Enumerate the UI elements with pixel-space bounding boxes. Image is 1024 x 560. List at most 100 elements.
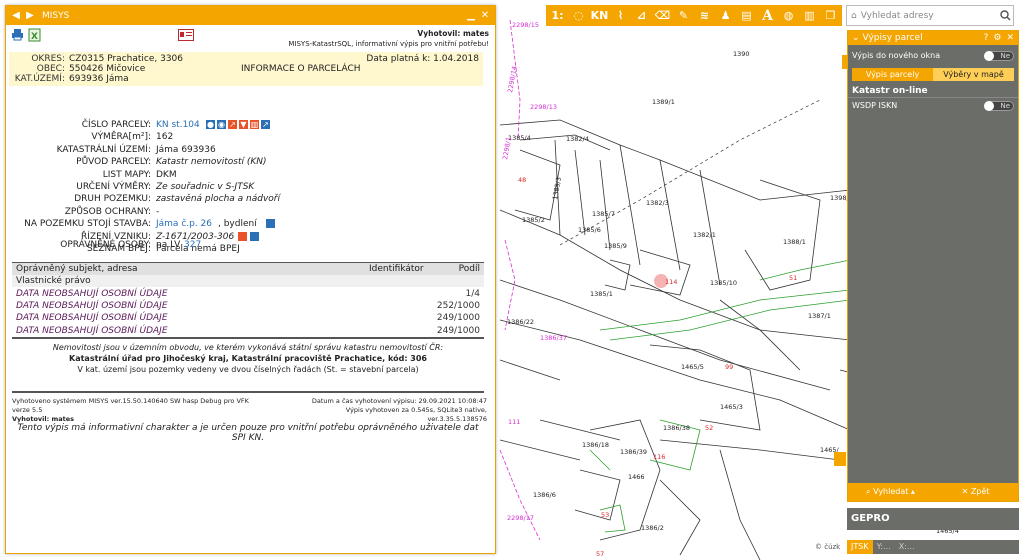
property-value-suffix: , bydlení [218,219,257,230]
property-label: KATASTRÁLNÍ ÚZEMÍ: [56,144,151,155]
contact-card-icon[interactable] [178,29,194,41]
search-button[interactable]: ⌕ Vyhledat ▴ [848,483,933,501]
wsdp-toggle[interactable]: Ne [984,101,1014,111]
address-search-input[interactable]: ⌂ Vyhledat adresy [846,5,1014,26]
property-value: zastavěná plocha a nádvoří [156,194,281,205]
footer-author: Vyhotovil: mates [12,415,75,423]
coord-system[interactable]: JTSK [847,540,873,554]
search-icon[interactable] [995,5,1015,26]
office-note: Nemovitosti jsou v územním obvodu, ve kt… [52,343,444,352]
divider [12,391,484,393]
svg-text:1385/9: 1385/9 [604,242,627,250]
minimize-icon[interactable]: ▁ [465,10,477,22]
link-icon[interactable]: ↗ [228,120,237,129]
property-row: KATASTRÁLNÍ ÚZEMÍ: Jáma 693936 [6,145,491,157]
book-icon[interactable]: ❒ [821,7,840,25]
tab-parcel-listing[interactable]: Výpis parcely [852,68,933,81]
svg-text:1466: 1466 [628,473,645,481]
kn-icon[interactable]: KN [590,7,609,25]
chevron-down-icon[interactable]: ⌄ [852,33,860,43]
property-row: PŮVOD PARCELY: Katastr nemovitostí (KN) [6,157,491,169]
new-window-toggle[interactable]: Ne [984,51,1014,61]
person-icon[interactable]: ♟ [716,7,735,25]
footer-version: verze 5.5 [12,406,43,414]
home-icon: ⌂ [851,10,857,21]
report-header: Vyhotovil: mates MISYS-KatastrSQL, infor… [288,29,489,49]
owner-name: DATA NEOBSAHUJÍ OSOBNÍ ÚDAJE [16,325,168,336]
excel-export-icon[interactable]: X [28,28,41,42]
section-title: Katastr on-line [852,86,928,96]
property-label: NA POZEMKU STOJÍ STAVBA: [24,219,151,230]
property-value[interactable]: KN st.104 [156,120,200,130]
camera-icon[interactable]: ◉ [217,120,226,129]
pencil-icon[interactable]: ✎ [674,7,693,25]
erase-icon[interactable]: ⌫ [653,7,672,25]
col-share: Podíl [458,264,480,274]
open-link-icon[interactable]: ↗ [261,120,270,129]
close-icon[interactable]: ✕ [1006,33,1014,43]
property-label: ZPŮSOB OCHRANY: [64,206,151,217]
svg-text:1386/22: 1386/22 [507,318,534,326]
globe-icon[interactable]: ◍ [779,7,798,25]
svg-text:2298/14: 2298/14 [506,65,519,93]
print-icon[interactable]: ▤ [737,7,756,25]
tab-map-selection[interactable]: Výběry v mapě [933,68,1014,81]
svg-text:57: 57 [596,550,604,558]
wsdp-label: WSDP ISKN [852,101,898,110]
parcel-info-panel: ◀ ▶ MISYS ▁ ✕ X Vyhotovil: mates MISYS-K… [5,5,496,554]
layers-icon[interactable]: ≋ [695,7,714,25]
shield-icon[interactable]: ▼ [239,120,248,129]
svg-text:53: 53 [601,511,609,519]
owner-share: 249/1000 [436,313,480,324]
svg-text:1390: 1390 [733,50,750,58]
copyright: © čúzk [815,543,841,551]
valid-date: Data platná k: 1.04.2018 [366,54,479,64]
toggle-state: Ne [1000,102,1010,110]
coord-y: X:... [898,542,915,551]
obec-label: OBEC: [36,64,65,74]
map-book-icon[interactable]: ▥ [250,120,259,129]
okres-value: CZ0315 Prachatice, 3306 [69,54,184,64]
chart-icon[interactable]: ⌇ [611,7,630,25]
back-arrow-icon[interactable]: ◀ [10,10,22,22]
svg-text:52: 52 [705,424,713,432]
text-icon[interactable]: A [758,7,777,25]
svg-text:2298/13: 2298/13 [530,103,557,111]
back-button[interactable]: ✕ Zpět [933,483,1018,501]
speech-bubble-icon[interactable]: ◌ [569,7,588,25]
svg-text:2298/15: 2298/15 [512,21,539,29]
property-row: LIST MAPY: DKM [6,170,491,182]
property-value: 162 [156,132,174,143]
owner-share: 249/1000 [436,325,480,336]
print-icon[interactable] [11,28,24,42]
property-row: URČENÍ VÝMĚRY: Ze souřadnic v S-JTSK [6,182,491,194]
svg-text:1385/10: 1385/10 [710,279,737,287]
measure-icon[interactable]: ⊿ [632,7,651,25]
settings-icon[interactable]: ⚙ [993,33,1001,43]
property-row: ZPŮSOB OCHRANY: - [6,207,491,219]
report-body: X Vyhotovil: mates MISYS-KatastrSQL, inf… [6,25,495,553]
property-value: - [156,206,160,217]
scale-icon[interactable]: 1: [548,7,567,25]
lv-link[interactable]: 327 [184,240,201,250]
location-pin-icon[interactable] [266,219,275,229]
svg-text:1386/39: 1386/39 [620,448,647,456]
svg-text:99: 99 [725,363,733,371]
comment-tab[interactable] [834,452,846,466]
forward-arrow-icon[interactable]: ▶ [24,10,36,22]
map-icon[interactable]: ▥ [800,7,819,25]
svg-text:1382/3: 1382/3 [646,199,669,207]
property-label: URČENÍ VÝMĚRY: [76,182,151,192]
coord-x: Y:... [876,542,891,551]
owner-row: DATA NEOBSAHUJÍ OSOBNÍ ÚDAJE 1/4 [12,289,484,301]
authorized-value: na LV [156,240,181,250]
property-row: VÝMĚRA[m²]: 162 [6,132,491,144]
close-icon[interactable]: ✕ [479,10,491,22]
property-label: DRUH POZEMKU: [74,194,151,205]
footer-system: Vyhotoveno systémem MISYS ver.15.50.1406… [12,397,249,405]
property-value: Jáma 693936 [156,144,216,155]
help-icon[interactable]: ? [984,33,989,43]
owner-row: DATA NEOBSAHUJÍ OSOBNÍ ÚDAJE 249/1000 [12,313,484,325]
location-pin-icon[interactable]: ● [206,120,215,129]
property-value[interactable]: Jáma č.p. 26 [156,219,212,229]
